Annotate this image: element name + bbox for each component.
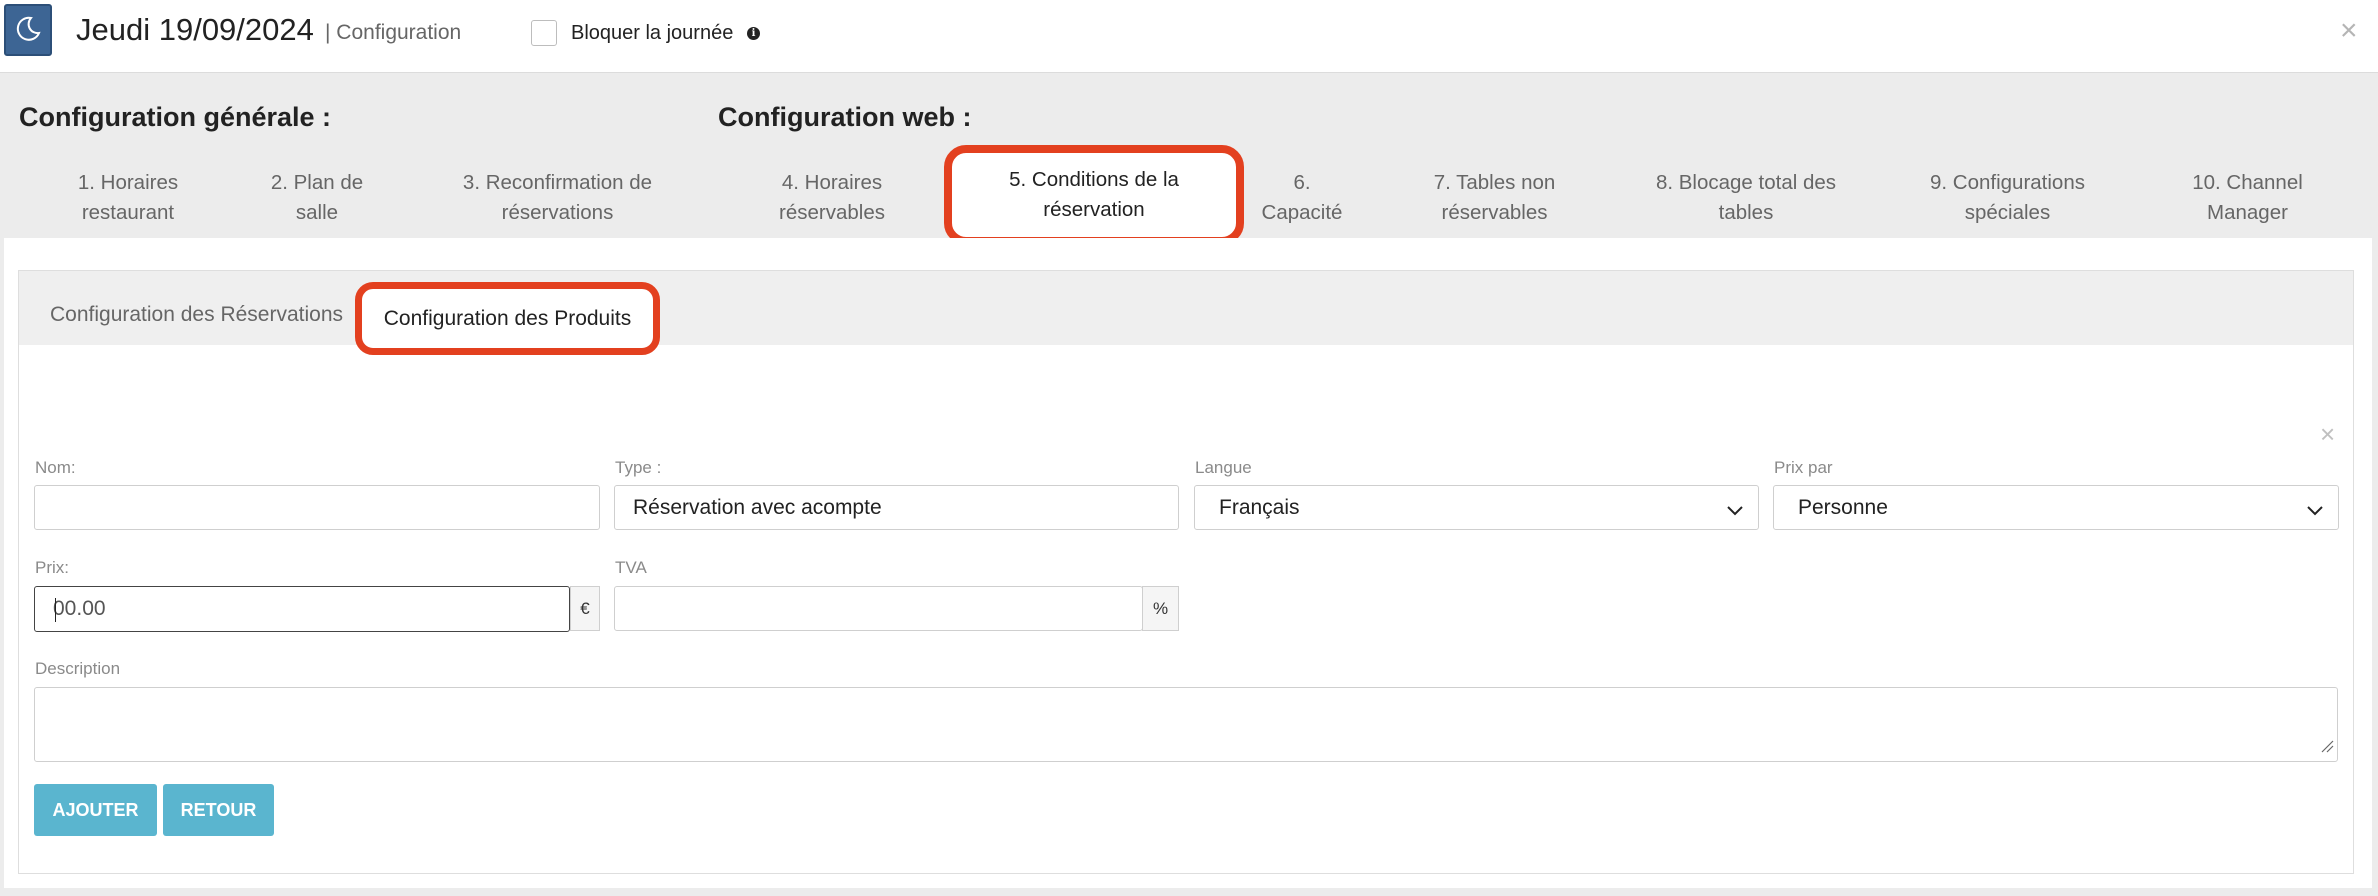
tab-horaires-restaurant[interactable]: 1. Horaires restaurant [48, 163, 208, 233]
chevron-down-icon [2306, 500, 2324, 524]
tab-label-line1: 3. Reconfirmation de [462, 171, 653, 194]
tva-label: TVA [615, 558, 647, 577]
tab-label-line1: 7. Tables non [1433, 171, 1556, 194]
resize-grip-icon[interactable] [2320, 739, 2334, 758]
tab-tables-non-reservables[interactable]: 7. Tables non réservables [1402, 163, 1587, 233]
tab-label-line1: 1. Horaires [77, 171, 179, 194]
tab-label-line2: tables [1718, 201, 1774, 224]
langue-value: Français [1219, 495, 1300, 519]
block-day-label[interactable]: Bloquer la journée [571, 22, 733, 45]
subtab-products[interactable]: Configuration des Produits [355, 282, 660, 355]
tab-conditions-reservation[interactable]: 5. Conditions de la réservation [944, 145, 1244, 245]
form-close-icon[interactable]: × [2320, 419, 2335, 450]
tab-reconfirmation[interactable]: 3. Reconfirmation de réservations [440, 163, 675, 233]
tab-label-line2: réservation [1043, 198, 1145, 221]
chevron-down-icon [1726, 500, 1744, 524]
subtab-reservations[interactable]: Configuration des Réservations [50, 303, 343, 327]
products-panel [18, 270, 2354, 874]
tab-blocage-total[interactable]: 8. Blocage total des tables [1630, 163, 1862, 233]
header-bar: Jeudi 19/09/2024 | Configuration Bloquer… [0, 0, 2378, 73]
subtab-products-label: Configuration des Produits [383, 306, 632, 330]
prix-label: Prix: [35, 558, 69, 577]
description-textarea[interactable] [34, 687, 2338, 762]
tva-input[interactable] [614, 586, 1143, 631]
prix-par-select[interactable]: Personne [1773, 485, 2339, 530]
tab-channel-manager[interactable]: 10. Channel Manager [2160, 163, 2335, 233]
tab-horaires-reservables[interactable]: 4. Horaires réservables [752, 163, 912, 233]
tab-label-line1: 6. [1293, 171, 1311, 194]
langue-select[interactable]: Français [1194, 485, 1759, 530]
tab-configurations-speciales[interactable]: 9. Configurations spéciales [1905, 163, 2110, 233]
tab-label-line2: Manager [2207, 201, 2288, 224]
prix-input[interactable]: 00.00 [34, 586, 570, 632]
tab-label-line1: 4. Horaires [781, 171, 883, 194]
tab-plan-de-salle[interactable]: 2. Plan de salle [250, 163, 384, 233]
prix-placeholder: 00.00 [53, 597, 106, 620]
tab-label-line1: 10. Channel [2192, 171, 2303, 194]
tab-label-line2: Capacité [1261, 201, 1343, 224]
back-button[interactable]: RETOUR [163, 784, 274, 836]
moon-button[interactable] [4, 4, 52, 56]
tab-label-line1: 9. Configurations [1930, 171, 2085, 194]
nom-label: Nom: [35, 458, 76, 477]
section-title-web: Configuration web : [718, 102, 972, 132]
type-value: Réservation avec acompte [633, 495, 882, 519]
info-icon[interactable]: i [747, 27, 760, 40]
page-title: Jeudi 19/09/2024 [76, 12, 314, 47]
moon-icon [14, 14, 42, 47]
currency-addon: € [570, 586, 600, 631]
add-button[interactable]: AJOUTER [34, 784, 157, 836]
tab-capacite[interactable]: 6. Capacité [1252, 163, 1352, 233]
tab-label-line2: réservables [1441, 201, 1548, 224]
tab-label-line2: restaurant [81, 201, 175, 224]
close-icon[interactable]: × [2340, 14, 2358, 48]
page-subtitle: | Configuration [325, 21, 462, 44]
tab-label-line1: 5. Conditions de la [1009, 168, 1179, 191]
type-input[interactable]: Réservation avec acompte [614, 485, 1179, 530]
block-day-checkbox[interactable] [531, 20, 557, 46]
text-cursor [55, 598, 56, 622]
tab-label-line1: 8. Blocage total des [1655, 171, 1837, 194]
section-title-general: Configuration générale : [19, 102, 332, 132]
percent-addon: % [1142, 586, 1179, 631]
tab-label-line2: spéciales [1964, 201, 2051, 224]
tab-label-line2: réservations [501, 201, 614, 224]
prix-par-label: Prix par [1774, 458, 1833, 477]
tab-label-line2: salle [295, 201, 339, 224]
prix-par-value: Personne [1798, 495, 1888, 519]
nom-input[interactable] [34, 485, 600, 530]
type-label: Type : [615, 458, 662, 477]
langue-label: Langue [1195, 458, 1252, 477]
tab-label-line2: réservables [779, 201, 885, 224]
description-label: Description [35, 659, 121, 678]
tab-label-line1: 2. Plan de [270, 171, 364, 194]
